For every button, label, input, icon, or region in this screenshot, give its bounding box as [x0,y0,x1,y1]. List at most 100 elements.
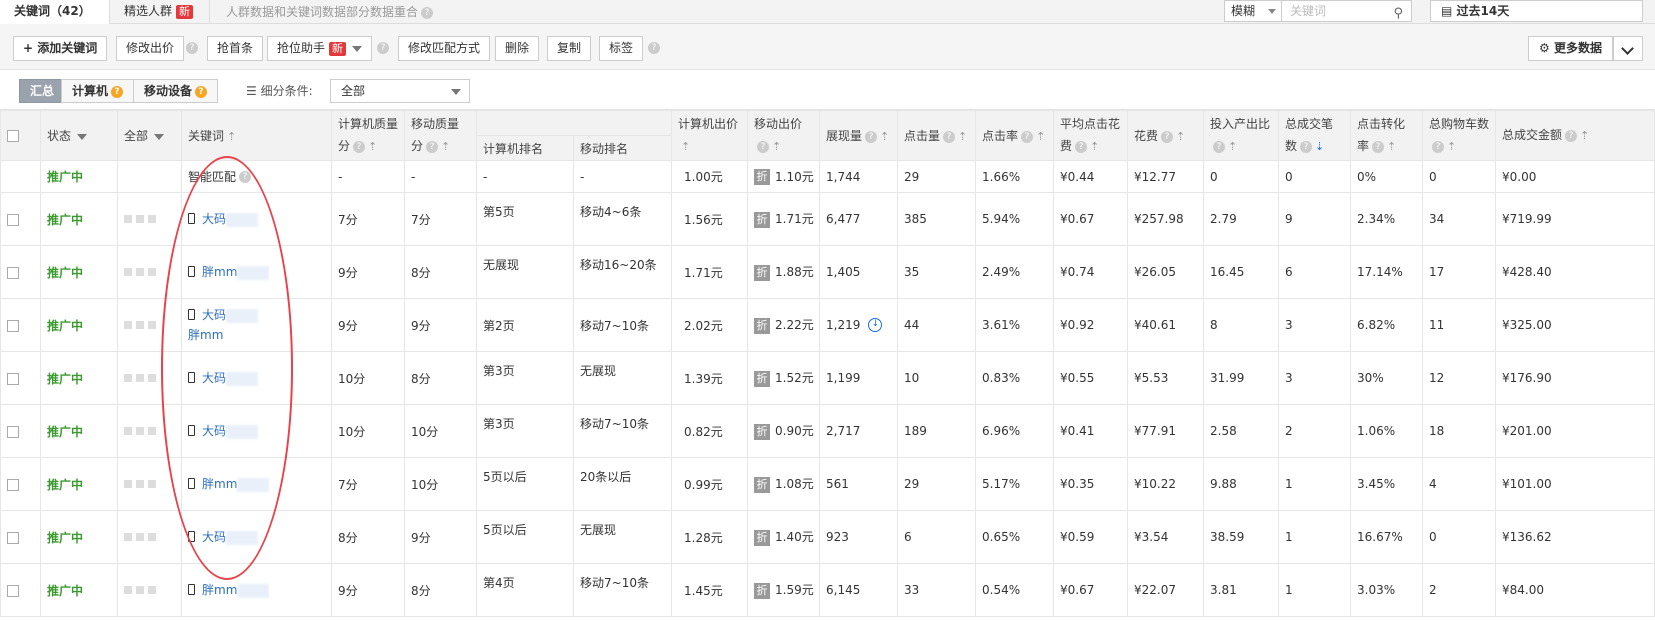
mobile-bid-cell[interactable]: 折 1.10元 [747,160,820,193]
copy-button[interactable]: 复制 [547,36,592,61]
header-cost[interactable]: 花费? ⇡ [1127,110,1204,161]
search-icon[interactable]: ⚲ [1393,4,1403,24]
row-checkbox[interactable] [7,425,19,438]
question-icon[interactable]: ? [1021,130,1034,143]
keyword-search-input[interactable]: 关键词 ⚲ [1282,0,1412,22]
table-row[interactable]: 推广中 胖mm 7分 10分 5页以后 20条以后 0.99元折 1.08元 561 29 5.17… [0,457,1655,511]
condition-select[interactable]: 全部 [330,79,470,103]
header-impressions[interactable]: 展现量? ⇡ [819,110,898,161]
table-row[interactable]: 推广中 大码 7分 7分 第5页 移动4~6条 1.56元折 1.71元 6,477 385 5.9… [0,192,1655,246]
sort-arrow-icon[interactable]: ⇡ [772,140,781,153]
row-select-cell[interactable] [0,510,41,564]
mobile-bid-cell[interactable]: 折 0.90元 [747,404,820,458]
question-icon[interactable]: ? [239,171,252,183]
segment-summary[interactable]: 汇总 [19,79,66,103]
mobile-bid-cell[interactable]: 折 1.71元 [747,192,820,246]
sort-arrow-icon[interactable]: ⇡ [1387,140,1396,153]
question-icon[interactable]: ? [353,140,366,153]
keyword-link[interactable]: 胖mm [202,583,237,597]
row-select-cell[interactable] [0,160,41,193]
sort-arrow-icon[interactable]: ⇡ [681,140,690,153]
download-icon[interactable]: ↓ [868,318,883,333]
sort-arrow-icon[interactable]: ⇡ [880,130,889,143]
header-avg-cpc[interactable]: 平均点击花费? ⇡ [1053,110,1128,161]
header-pc-bid[interactable]: 计算机出价 ⇡ [671,110,748,161]
more-data-dropdown[interactable] [1613,36,1643,61]
status-toggle[interactable] [117,192,182,246]
status-toggle[interactable] [117,160,182,193]
table-row[interactable]: 推广中 大码 10分 8分 第3页 无展现 1.39元折 1.52元 1,199 10 0.83% ¥… [0,351,1655,405]
question-icon[interactable]: ? [943,130,956,143]
header-mobile-bid[interactable]: 移动出价? ⇡ [747,110,820,161]
sort-arrow-icon[interactable]: ⇡ [1580,129,1589,142]
pc-bid[interactable]: 2.02元 [671,298,748,352]
sort-arrow-icon[interactable]: ⇡ [1036,130,1045,143]
question-icon[interactable]: ? [648,42,660,54]
table-row[interactable]: 推广中 胖mm 9分 8分 无展现 移动16~20条 1.71元折 1.88元 1,405 35 2… [0,245,1655,299]
question-icon[interactable]: ? [111,85,124,98]
grab-top-button[interactable]: 抢首条 [207,36,264,61]
match-mode-select[interactable]: 模糊 [1224,0,1282,22]
sort-arrow-icon[interactable]: ⇡ [441,140,450,153]
row-checkbox[interactable] [7,319,19,332]
keyword-link[interactable]: 大码 [202,308,226,322]
keyword-link[interactable]: 大码 [202,371,226,385]
add-keyword-button[interactable]: + 添加关键词 [13,36,108,61]
row-checkbox[interactable] [7,584,19,597]
table-row[interactable]: 推广中 智能匹配? - - - -1.00元折 1.10元 1,744 29 1.66% ¥0.44… [0,160,1655,193]
pc-bid[interactable]: 1.28元 [671,510,748,564]
question-icon[interactable]: ? [186,42,198,54]
header-status[interactable]: 状态 [40,110,118,161]
question-icon[interactable]: ? [377,42,389,54]
sort-down-icon[interactable]: ⇣ [1315,140,1324,153]
header-keyword[interactable]: 关键词 ⇡ [181,110,332,161]
header-conversions[interactable]: 总成交笔数? ⇣ [1278,110,1351,161]
question-icon[interactable]: ? [1565,129,1578,142]
select-all-checkbox[interactable] [7,130,19,142]
tag-button[interactable]: 标签 [599,36,644,61]
grab-assistant-button[interactable]: 抢位助手新 [267,36,373,61]
question-icon[interactable]: ? [426,140,439,153]
header-mobile-quality[interactable]: 移动质量分? ⇡ [404,110,477,161]
sort-arrow-icon[interactable]: ⇡ [1090,140,1099,153]
table-row[interactable]: 推广中 胖mm 9分 8分 第4页 移动7~10条 1.45元折 1.59元 6,145 33 0.… [0,563,1655,617]
row-select-cell[interactable] [0,404,41,458]
pc-bid[interactable]: 1.45元 [671,563,748,617]
tab-crowd[interactable]: 精选人群新 [110,0,210,24]
row-checkbox[interactable] [7,531,19,544]
row-select-cell[interactable] [0,457,41,511]
status-toggle[interactable] [117,298,182,352]
header-clicks[interactable]: 点击量? ⇡ [897,110,976,161]
pc-bid[interactable]: 0.82元 [671,404,748,458]
keyword-link[interactable]: 胖mm [202,265,237,279]
sort-arrow-icon[interactable]: ⇡ [958,130,967,143]
edit-match-button[interactable]: 修改匹配方式 [398,36,491,61]
status-toggle[interactable] [117,404,182,458]
segment-computer[interactable]: 计算机? [61,79,135,103]
table-row[interactable]: 推广中 大码 胖mm 9分 9分 第2页 移动7~10条 2.02元折 2.22元 1,219 ↓ 4… [0,298,1655,352]
header-roi[interactable]: 投入产出比? ⇡ [1203,110,1279,161]
header-carts[interactable]: 总购物车数? ⇡ [1422,110,1496,161]
mobile-bid-cell[interactable]: 折 1.88元 [747,245,820,299]
keyword-link[interactable]: 大码 [202,530,226,544]
header-all[interactable]: 全部 [117,110,182,161]
question-icon[interactable]: ? [1372,140,1385,153]
row-select-cell[interactable] [0,192,41,246]
status-toggle[interactable] [117,245,182,299]
question-icon[interactable]: ? [1161,130,1174,143]
sort-arrow-icon[interactable]: ⇡ [1176,130,1185,143]
question-icon[interactable]: ? [1075,140,1088,153]
question-icon[interactable]: ? [1213,140,1225,153]
header-conv-rate[interactable]: 点击转化率? ⇡ [1350,110,1423,161]
more-data-button[interactable]: ⚙ 更多数据 [1528,36,1613,61]
pc-bid[interactable]: 1.56元 [671,192,748,246]
pc-bid[interactable]: 0.99元 [671,457,748,511]
sort-arrow-icon[interactable]: ⇡ [227,130,236,143]
pc-bid[interactable]: 1.71元 [671,245,748,299]
row-checkbox[interactable] [7,266,19,279]
table-row[interactable]: 推广中 大码 10分 10分 第3页 移动7~10条 0.82元折 0.90元 2,717 189… [0,404,1655,458]
status-toggle[interactable] [117,351,182,405]
question-icon[interactable]: ? [865,130,878,143]
tab-keywords[interactable]: 关键词（42） [0,0,110,25]
header-pc-quality[interactable]: 计算机质量分? ⇡ [331,110,405,161]
